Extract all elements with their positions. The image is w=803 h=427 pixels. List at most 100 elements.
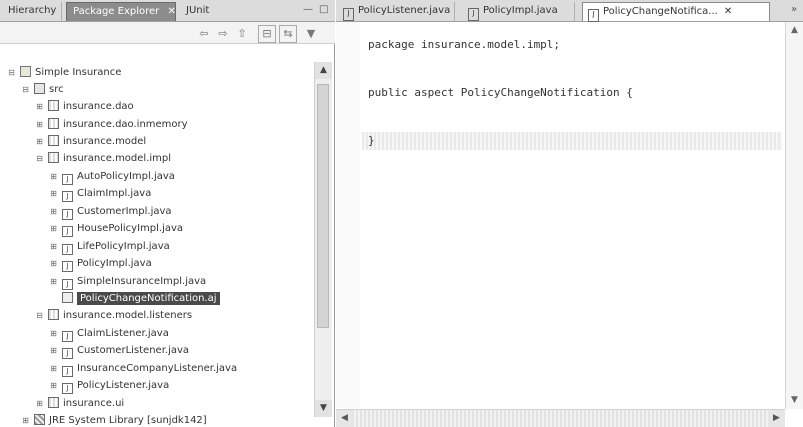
java-file-icon: J [62,209,73,220]
tree-node-label: CustomerImpl.java [77,206,172,217]
tree-node-label: insurance.ui [63,398,125,409]
tree-node-file[interactable]: ⊞ J PolicyImpl.java [48,255,152,272]
tree-node-label: Simple Insurance [35,67,122,78]
tree-node-file[interactable]: ⊞ J SimpleInsuranceImpl.java [48,273,206,290]
tree-node-file[interactable]: ⊞ J PolicyListener.java [48,377,169,394]
java-file-icon: J [62,331,73,342]
tab-package-explorer-label: Package Explorer [73,6,160,17]
expand-toggle-icon[interactable]: ⊞ [48,185,59,202]
scroll-up-icon[interactable]: ▲ [315,62,332,79]
collapse-all-icon[interactable]: ⊟ [258,25,276,43]
package-icon [48,397,59,408]
expand-toggle-icon[interactable]: ⊞ [48,325,59,342]
expand-toggle-icon[interactable]: ⊞ [48,220,59,237]
package-tree: ⊟ Simple Insurance ⊟ src ⊞ insurance.dao ⊞ i… [0,44,314,427]
java-file-icon: J [62,226,73,237]
expand-toggle-icon[interactable]: ⊞ [48,168,59,185]
tree-node-package[interactable]: ⊞ insurance.ui [34,395,124,412]
expand-toggle-icon[interactable]: ⊟ [34,307,45,324]
tree-node-file[interactable]: ⊞ J CustomerImpl.java [48,203,172,220]
editor-tab-policyimpl[interactable]: J PolicyImpl.java [463,2,575,21]
scroll-left-icon[interactable]: ◀ [336,410,353,427]
tree-node-file-selected[interactable]: PolicyChangeNotification.aj [48,290,220,307]
expand-toggle-icon[interactable]: ⊟ [6,64,17,81]
minimize-icon[interactable]: — [303,4,313,15]
tree-node-label: insurance.model [63,136,147,147]
scroll-up-icon[interactable]: ▲ [786,22,803,39]
expand-toggle-icon[interactable]: ⊞ [48,255,59,272]
package-icon [48,100,59,111]
tree-node-library[interactable]: ⊞ JRE System Library [sunjdk142] [20,412,207,427]
tree-node-file[interactable]: ⊞ J CustomerListener.java [48,342,189,359]
link-with-editor-icon[interactable]: ⇆ [279,25,297,43]
tree-node-file[interactable]: ⊞ J ClaimListener.java [48,325,169,342]
editor-vertical-scrollbar[interactable]: ▲ ▼ [785,22,803,409]
editor-tab-policychangenotification[interactable]: J PolicyChangeNotifica... ✕ [582,2,770,22]
expand-toggle-icon[interactable]: ⊞ [34,395,45,412]
tree-node-label: CustomerListener.java [77,345,190,356]
expand-toggle-icon[interactable]: ⊞ [48,342,59,359]
editor-horizontal-scrollbar[interactable]: ◀ ▶ [336,409,785,427]
expand-toggle-icon[interactable]: ⊞ [48,360,59,377]
tree-node-project[interactable]: ⊟ Simple Insurance [6,64,121,81]
tab-hierarchy[interactable]: Hierarchy [2,2,62,21]
tree-node-package[interactable]: ⊞ insurance.dao.inmemory [34,116,188,133]
expand-toggle-icon[interactable]: ⊟ [34,150,45,167]
scroll-down-icon[interactable]: ▼ [315,400,332,417]
view-menu-icon[interactable]: ▼ [302,25,320,43]
java-file-icon: J [343,8,354,21]
scrollbar-thumb[interactable] [317,84,329,328]
expand-toggle-icon[interactable]: ⊞ [20,412,31,427]
editor-tab-label: PolicyListener.java [358,5,451,16]
editor-tab-label: PolicyImpl.java [483,5,558,16]
tab-package-explorer[interactable]: Package Explorer ✕ [66,2,176,21]
expand-toggle-icon[interactable]: ⊟ [20,81,31,98]
tree-node-package[interactable]: ⊞ insurance.model [34,133,146,150]
expand-toggle-icon[interactable]: ⊞ [48,273,59,290]
tree-node-label: InsuranceCompanyListener.java [77,363,238,374]
expand-toggle-icon[interactable]: ⊞ [48,203,59,220]
scroll-right-icon[interactable]: ▶ [768,410,785,427]
expand-toggle-icon[interactable]: ⊞ [34,116,45,133]
tree-node-package[interactable]: ⊟ insurance.model.listeners [34,307,192,324]
back-arrow-icon[interactable]: ⇦ [195,25,213,43]
tree-node-file[interactable]: ⊞ J ClaimImpl.java [48,185,151,202]
expand-toggle-icon[interactable]: ⊞ [48,377,59,394]
tree-scrollbar[interactable]: ▲ ▼ [314,62,332,417]
tree-node-label: insurance.model.listeners [63,310,193,321]
tree-node-package[interactable]: ⊞ insurance.dao [34,98,134,115]
package-icon [48,135,59,146]
up-arrow-icon[interactable]: ⇧ [233,25,251,43]
tree-node-file[interactable]: ⊞ J InsuranceCompanyListener.java [48,360,237,377]
tree-node-file[interactable]: ⊞ J LifePolicyImpl.java [48,238,170,255]
tree-node-label: insurance.dao [63,101,134,112]
scroll-down-icon[interactable]: ▼ [786,392,803,409]
expand-toggle-icon[interactable]: ⊞ [48,238,59,255]
editor-tab-policylistener[interactable]: J PolicyListener.java [338,2,455,21]
code-editor[interactable]: package insurance.model.impl; public asp… [368,38,633,158]
close-icon[interactable]: ✕ [167,6,175,17]
forward-arrow-icon[interactable]: ⇨ [214,25,232,43]
close-icon[interactable]: ✕ [724,6,732,17]
package-explorer-view: Hierarchy Package Explorer ✕ JUnit — □ ⇦… [0,0,335,427]
tree-node-label: PolicyImpl.java [77,258,152,269]
java-file-icon: J [62,244,73,255]
java-file-icon: J [62,348,73,359]
tab-junit[interactable]: JUnit [180,2,240,21]
tree-node-package[interactable]: ⊟ insurance.model.impl [34,150,171,167]
tree-node-label: PolicyListener.java [77,380,170,391]
tree-node-file[interactable]: ⊞ J AutoPolicyImpl.java [48,168,175,185]
expand-toggle-icon[interactable]: ⊞ [34,133,45,150]
code-line: } [368,134,375,147]
maximize-icon[interactable]: □ [319,4,328,15]
java-file-icon: J [62,366,73,377]
tree-node-file[interactable]: ⊞ J HousePolicyImpl.java [48,220,183,237]
tree-node-label: JRE System Library [sunjdk142] [49,415,207,426]
tree-node-label: HousePolicyImpl.java [77,223,184,234]
expand-toggle-icon[interactable]: ⊞ [34,98,45,115]
editor-tab-bar: J PolicyListener.java J PolicyImpl.java JP… [336,0,803,22]
tree-node-src[interactable]: ⊟ src [20,81,64,98]
tab-overflow-icon[interactable]: » [791,4,797,15]
